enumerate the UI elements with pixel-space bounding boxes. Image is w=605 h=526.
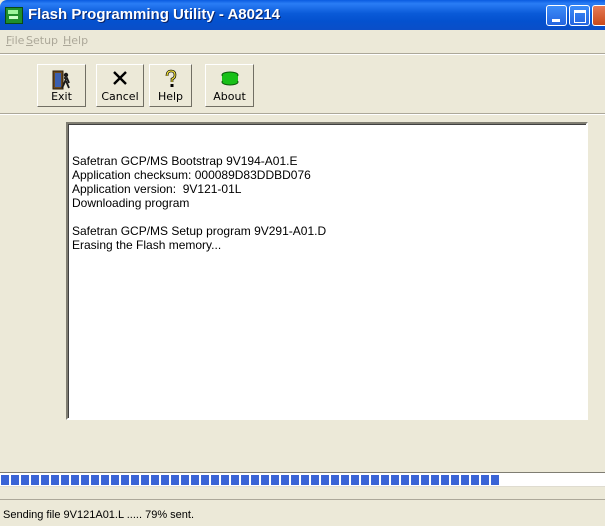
progress-block <box>321 475 329 485</box>
log-line: Application checksum: 000089D83DDBD076 <box>72 168 311 182</box>
progress-block <box>421 475 429 485</box>
progress-block <box>31 475 39 485</box>
progress-block <box>131 475 139 485</box>
progress-block <box>311 475 319 485</box>
progress-block <box>281 475 289 485</box>
progress-block <box>151 475 159 485</box>
window-title: Flash Programming Utility - A80214 <box>28 6 281 23</box>
progress-block <box>341 475 349 485</box>
progress-block <box>371 475 379 485</box>
progress-block <box>331 475 339 485</box>
progress-block <box>41 475 49 485</box>
progress-block <box>301 475 309 485</box>
exit-button[interactable]: Exit <box>37 64 86 107</box>
progress-block <box>161 475 169 485</box>
menu-help[interactable]: Help <box>63 34 88 47</box>
progress-block <box>381 475 389 485</box>
progress-block <box>471 475 479 485</box>
toolbar-separator-highlight <box>0 114 605 115</box>
progress-block <box>171 475 179 485</box>
about-button[interactable]: About <box>205 64 254 107</box>
help-label: Help <box>157 90 184 103</box>
progress-block <box>51 475 59 485</box>
toolbar: Exit Cancel Help About <box>0 55 605 111</box>
progress-block <box>91 475 99 485</box>
progress-fill <box>1 475 508 485</box>
progress-bar <box>0 472 605 487</box>
progress-block <box>441 475 449 485</box>
progress-block <box>431 475 439 485</box>
log-line: Safetran GCP/MS Setup program 9V291-A01.… <box>72 224 327 238</box>
progress-block <box>121 475 129 485</box>
menu-setup-mnemonic: S <box>26 34 33 47</box>
progress-block <box>181 475 189 485</box>
progress-block <box>1 475 9 485</box>
progress-block <box>461 475 469 485</box>
progress-block <box>61 475 69 485</box>
close-button[interactable] <box>592 5 605 26</box>
title-bar[interactable]: Flash Programming Utility - A80214 <box>0 0 605 30</box>
app-icon[interactable] <box>5 7 23 24</box>
log-line: Safetran GCP/MS Bootstrap 9V194-A01.E <box>72 154 298 168</box>
progress-block <box>361 475 369 485</box>
progress-block <box>291 475 299 485</box>
menu-help-label: elp <box>71 34 89 47</box>
log-line: Erasing the Flash memory... <box>72 238 222 252</box>
log-line: Application version: 9V121-01L <box>72 182 242 196</box>
progress-block <box>491 475 499 485</box>
help-button[interactable]: Help <box>149 64 192 107</box>
progress-block <box>101 475 109 485</box>
progress-block <box>111 475 119 485</box>
menu-setup-label: etup <box>32 34 59 47</box>
progress-block <box>211 475 219 485</box>
progress-block <box>411 475 419 485</box>
progress-block <box>351 475 359 485</box>
log-line: Downloading program <box>72 196 190 210</box>
about-label: About <box>213 90 246 103</box>
progress-block <box>221 475 229 485</box>
progress-block <box>21 475 29 485</box>
status-text: Sending file 9V121A01.L ..... 79% sent. <box>3 509 195 521</box>
progress-block <box>71 475 79 485</box>
menu-file-label: ile <box>11 34 25 47</box>
progress-block <box>241 475 249 485</box>
maximize-button[interactable] <box>569 5 590 26</box>
exit-label: Exit <box>51 90 72 103</box>
progress-block <box>191 475 199 485</box>
progress-block <box>251 475 259 485</box>
menu-setup[interactable]: Setup <box>26 34 58 47</box>
minimize-button[interactable] <box>546 5 567 26</box>
progress-block <box>231 475 239 485</box>
progress-block <box>481 475 489 485</box>
progress-block <box>141 475 149 485</box>
progress-block <box>81 475 89 485</box>
menu-file[interactable]: File <box>6 34 24 47</box>
menu-bar: File Setup Help <box>0 30 605 50</box>
about-icon <box>219 69 241 92</box>
cancel-button[interactable]: Cancel <box>96 64 144 107</box>
progress-block <box>401 475 409 485</box>
progress-block <box>451 475 459 485</box>
progress-block <box>201 475 209 485</box>
progress-block <box>261 475 269 485</box>
progress-block <box>391 475 399 485</box>
log-textbox[interactable]: Safetran GCP/MS Bootstrap 9V194-A01.E Ap… <box>66 122 588 420</box>
progress-block <box>271 475 279 485</box>
progress-block <box>11 475 19 485</box>
cancel-label: Cancel <box>101 90 139 103</box>
status-bar: Sending file 9V121A01.L ..... 79% sent. <box>0 499 605 526</box>
cancel-icon <box>111 69 129 90</box>
